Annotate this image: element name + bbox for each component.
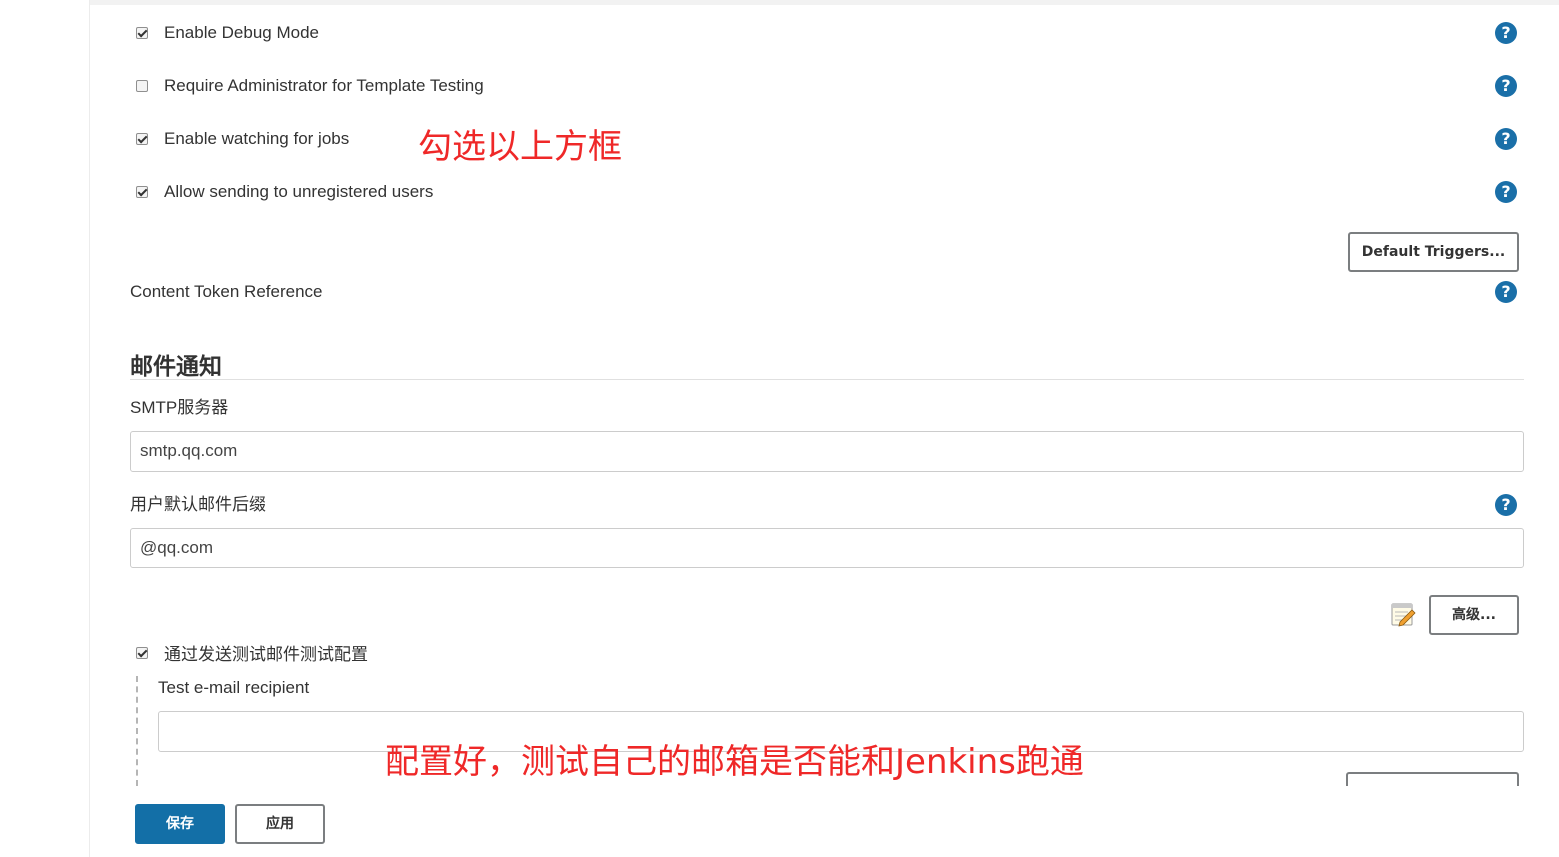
test-recipient-label: Test e-mail recipient xyxy=(158,678,310,697)
notepad-icon[interactable] xyxy=(1390,601,1416,627)
checkbox-require-admin-template-testing[interactable] xyxy=(136,80,148,92)
help-icon[interactable]: ? xyxy=(1495,22,1517,44)
section-title-email: 邮件通知 xyxy=(130,353,222,379)
label-allow-unregistered-users: Allow sending to unregistered users xyxy=(164,182,434,201)
test-configuration-label: 通过发送测试邮件测试配置 xyxy=(164,645,368,664)
default-email-suffix-input[interactable]: @qq.com xyxy=(130,528,1524,568)
test-configuration-button-partial[interactable] xyxy=(1346,772,1519,786)
checkbox-test-configuration[interactable] xyxy=(136,647,148,659)
help-icon[interactable]: ? xyxy=(1495,281,1517,303)
checkbox-enable-debug-mode[interactable] xyxy=(136,27,148,39)
smtp-server-label: SMTP服务器 xyxy=(130,398,229,417)
default-triggers-button[interactable]: Default Triggers... xyxy=(1348,232,1519,272)
help-icon[interactable]: ? xyxy=(1495,494,1517,516)
top-strip xyxy=(90,0,1559,5)
help-icon[interactable]: ? xyxy=(1495,128,1517,150)
annotation-test-note: 配置好，测试自己的邮箱是否能和Jenkins跑通 xyxy=(385,742,1084,782)
default-email-suffix-label: 用户默认邮件后缀 xyxy=(130,495,266,514)
annotation-check-boxes-note: 勾选以上方框 xyxy=(418,127,622,167)
advanced-button[interactable]: 高级... xyxy=(1429,595,1519,635)
nested-section-indicator xyxy=(136,676,138,786)
sidebar-divider xyxy=(89,0,90,857)
save-button[interactable]: 保存 xyxy=(135,804,225,844)
smtp-server-input[interactable]: smtp.qq.com xyxy=(130,431,1524,472)
checkbox-allow-unregistered-users[interactable] xyxy=(136,186,148,198)
apply-button[interactable]: 应用 xyxy=(235,804,325,844)
label-enable-debug-mode: Enable Debug Mode xyxy=(164,23,320,42)
label-require-admin-template-testing: Require Administrator for Template Testi… xyxy=(164,76,484,95)
section-divider xyxy=(130,379,1524,380)
content-token-reference-label: Content Token Reference xyxy=(130,282,323,301)
help-icon[interactable]: ? xyxy=(1495,75,1517,97)
label-enable-watching-jobs: Enable watching for jobs xyxy=(164,129,350,148)
checkbox-enable-watching-jobs[interactable] xyxy=(136,133,148,145)
help-icon[interactable]: ? xyxy=(1495,181,1517,203)
